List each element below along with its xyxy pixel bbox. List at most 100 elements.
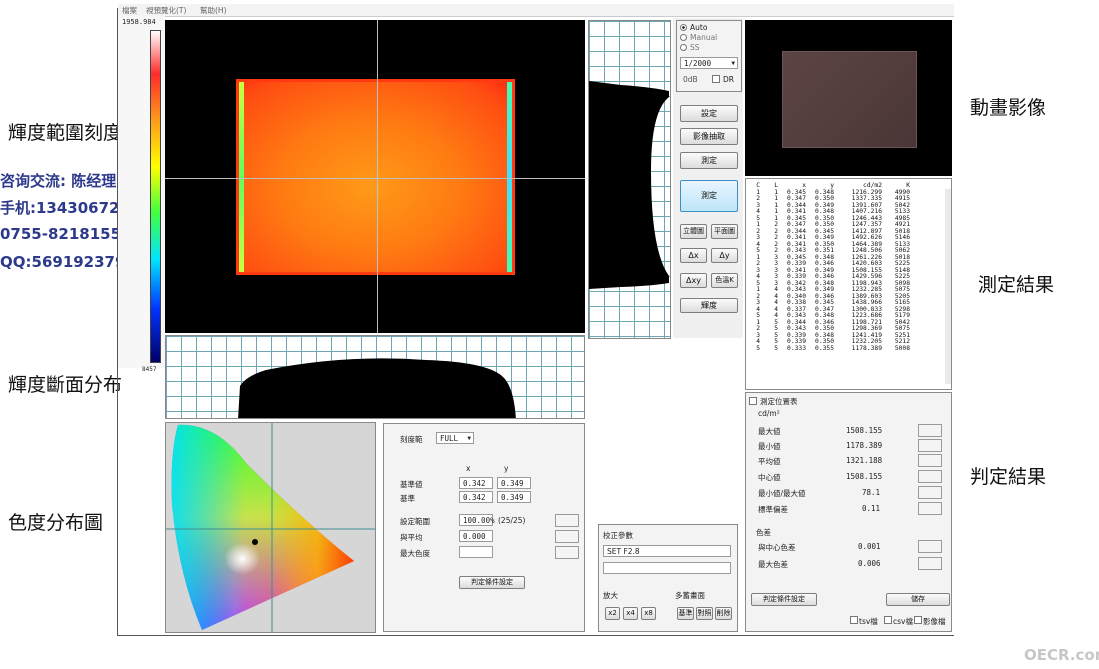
view-3d-button[interactable]: 立體圖: [680, 224, 707, 239]
contact-phone: 0755-82181553: [0, 225, 132, 243]
radio-manual-label: Manual: [690, 33, 718, 42]
image-label: 影像檔: [923, 617, 946, 626]
stat-ratio-judge: [918, 486, 942, 499]
zoom-x4-button[interactable]: x4: [623, 607, 638, 620]
luminance-button[interactable]: 輝度: [680, 298, 738, 313]
range-set-field[interactable]: 100.00%: [459, 514, 495, 526]
menu-view[interactable]: 視預覽化(T): [146, 5, 186, 16]
stat-min-value: 1178.389: [846, 441, 883, 450]
base-label: 基準: [400, 494, 415, 503]
results-scrollbar[interactable]: [945, 189, 951, 384]
results-table: C L x y cd/m2 K 1 1 0.345 0.348 1216.299 4990…: [752, 182, 912, 353]
bottom-border-line: [118, 635, 954, 636]
contact-name: 咨询交流: 陈经理: [0, 172, 117, 190]
max-field[interactable]: [459, 546, 493, 558]
zoom-x8-button[interactable]: x8: [641, 607, 656, 620]
stat-ratio-label: 最小値/最大値: [758, 489, 806, 498]
show-positions-label: 測定位置表: [760, 397, 798, 406]
chromaticity-diagram[interactable]: [165, 422, 376, 633]
stat-avg-judge: [918, 454, 942, 467]
exposure-group: Auto Manual SS 1/2000 ▼ 0dB DR: [676, 20, 742, 92]
judgement-condition-button[interactable]: 判定條件設定: [751, 593, 817, 606]
capture-image-button[interactable]: 影像抽取: [680, 128, 738, 145]
view-2d-button[interactable]: 平面圖: [711, 224, 738, 239]
results-table-body: 1 1 0.345 0.348 1216.299 4990 2 1 0.347 0.350 1337…: [752, 189, 912, 353]
color-center-label: 與中心色差: [758, 543, 796, 552]
color-max-label: 最大色差: [758, 560, 788, 569]
color-temp-button[interactable]: 色溫K: [711, 273, 738, 288]
zoom-label: 放大: [603, 591, 618, 600]
multi-base-button[interactable]: 基準: [677, 607, 694, 620]
show-positions-checkbox[interactable]: [749, 397, 757, 405]
ref-y-field[interactable]: 0.349: [497, 477, 531, 489]
base-x-field[interactable]: 0.342: [459, 491, 493, 503]
range-ratio: (25/25): [498, 516, 526, 525]
correction-field-2[interactable]: [603, 562, 731, 574]
radio-auto[interactable]: [680, 24, 687, 31]
ref-x-field[interactable]: 0.342: [459, 477, 493, 489]
shutter-select[interactable]: 1/2000 ▼: [680, 57, 738, 69]
delta-xy-button[interactable]: Δxy: [680, 273, 707, 288]
crosshair-horizontal: [165, 178, 585, 179]
stat-std-judge: [918, 502, 942, 515]
map-left-edge-glow: [239, 82, 244, 272]
multi-screen-label: 多蓄畫面: [675, 591, 705, 600]
table-cell: 0.355: [815, 344, 834, 352]
menu-file[interactable]: 檔案: [122, 5, 137, 16]
table-cell: 0.333: [787, 344, 806, 352]
menu-bar: 檔案 視預覽化(T) 幫助(H): [118, 4, 954, 17]
luminance-map-panel: [239, 82, 512, 272]
base-y-field[interactable]: 0.349: [497, 491, 531, 503]
image-checkbox[interactable]: [914, 616, 922, 624]
crosshair-vertical: [377, 20, 378, 333]
range-set-label: 設定範圍: [400, 517, 430, 526]
radio-manual[interactable]: [680, 34, 687, 41]
chroma-condition-button[interactable]: 判定條件設定: [459, 576, 525, 589]
zoom-x2-button[interactable]: x2: [605, 607, 620, 620]
measured-point-marker: [252, 539, 258, 545]
menu-help[interactable]: 幫助(H): [200, 5, 227, 16]
results-caption: 測定結果: [978, 274, 1055, 296]
chevron-down-icon: ▼: [467, 435, 471, 442]
radio-auto-label: Auto: [690, 23, 708, 32]
avg-field[interactable]: 0.000: [459, 530, 493, 542]
measure-button[interactable]: 測定: [680, 180, 738, 212]
max-label: 最大色度: [400, 549, 430, 558]
color-max-value: 0.006: [858, 559, 881, 568]
multi-compare-button[interactable]: 對照: [696, 607, 713, 620]
live-image-caption: 動畫影像: [970, 97, 1047, 119]
dr-label: DR: [723, 75, 734, 84]
stat-center-value: 1508.155: [846, 472, 883, 481]
save-button[interactable]: 儲存: [886, 593, 950, 606]
scale-min-value: 8457: [142, 366, 157, 373]
dr-checkbox[interactable]: [712, 75, 720, 83]
vertical-profile-plot: [588, 20, 671, 339]
stat-max-label: 最大値: [758, 427, 781, 436]
luminance-color-bar: [150, 30, 161, 363]
csv-checkbox[interactable]: [884, 616, 892, 624]
correction-title: 校正參數: [603, 531, 633, 540]
color-center-value: 0.001: [858, 542, 881, 551]
range-judge: [555, 514, 579, 527]
luminance-map-view[interactable]: [165, 20, 585, 333]
table-cell: 5008: [894, 344, 910, 352]
stat-ratio-value: 78.1: [862, 488, 881, 497]
range-select[interactable]: FULL ▼: [436, 432, 474, 444]
chroma-controls-panel: 刻度範 FULL ▼ x y 基準値 0.342 0.349 基準 0.342 …: [383, 423, 585, 632]
stat-center-label: 中心値: [758, 473, 781, 482]
max-judge: [555, 546, 579, 559]
csv-label: csv檔: [893, 617, 913, 626]
delta-y-button[interactable]: Δy: [711, 248, 738, 263]
delta-x-button[interactable]: Δx: [680, 248, 707, 263]
measure-small-button[interactable]: 測定: [680, 152, 738, 169]
watermark: OECR.com: [1024, 646, 1099, 664]
setting-button[interactable]: 設定: [680, 105, 738, 122]
multi-delete-button[interactable]: 削除: [715, 607, 732, 620]
table-cell: 5: [756, 344, 760, 352]
correction-field[interactable]: SET F2.8: [603, 545, 731, 557]
tsv-checkbox[interactable]: [850, 616, 858, 624]
scale-max-value: 1958.984: [122, 18, 156, 26]
avg-label: 與平均: [400, 533, 423, 542]
radio-ss[interactable]: [680, 44, 687, 51]
horizontal-profile-plot: [165, 335, 585, 419]
